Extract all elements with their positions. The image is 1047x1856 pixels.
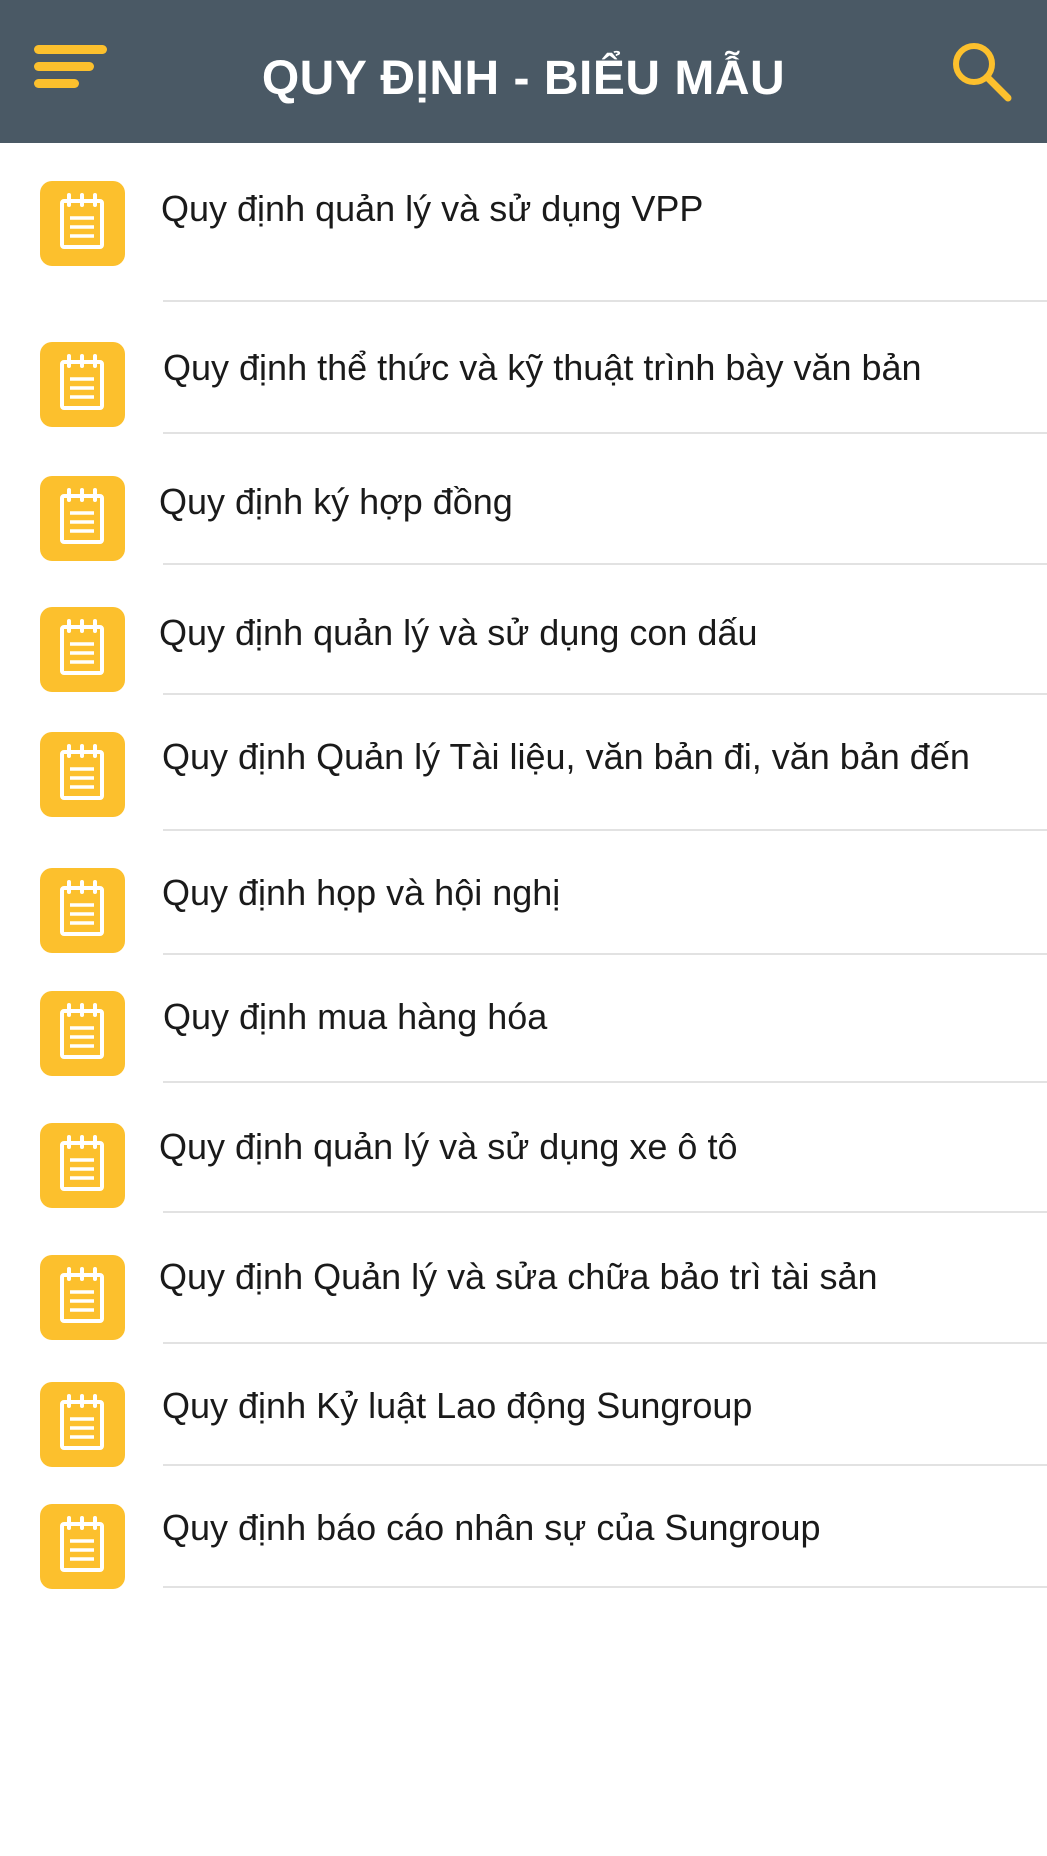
- document-icon: [40, 732, 125, 817]
- list-item[interactable]: Quy định quản lý và sử dụng xe ô tô: [0, 1083, 1047, 1213]
- regulations-list: Quy định quản lý và sử dụng VPP Quy định…: [0, 143, 1047, 1589]
- list-item[interactable]: Quy định mua hàng hóa: [0, 955, 1047, 1083]
- list-item-label: Quy định Quản lý và sửa chữa bảo trì tài…: [159, 1256, 878, 1297]
- search-button[interactable]: [950, 40, 1016, 106]
- list-item-label: Quy định ký hợp đồng: [159, 481, 513, 522]
- list-item[interactable]: Quy định ký hợp đồng: [0, 434, 1047, 565]
- search-icon: [953, 43, 1012, 102]
- document-icon: [40, 1382, 125, 1467]
- list-item[interactable]: Quy định quản lý và sử dụng VPP: [0, 143, 1047, 302]
- list-item[interactable]: Quy định họp và hội nghị: [0, 831, 1047, 955]
- divider: [163, 1586, 1047, 1588]
- document-icon: [40, 476, 125, 561]
- document-icon: [40, 342, 125, 427]
- document-icon: [40, 868, 125, 953]
- list-item[interactable]: Quy định Quản lý và sửa chữa bảo trì tài…: [0, 1213, 1047, 1344]
- list-item-label: Quy định quản lý và sử dụng xe ô tô: [159, 1126, 738, 1167]
- list-item-label: Quy định báo cáo nhân sự của Sungroup: [162, 1507, 821, 1548]
- list-item-label: Quy định họp và hội nghị: [162, 872, 561, 913]
- list-item-label: Quy định quản lý và sử dụng VPP: [161, 188, 704, 229]
- document-icon: [40, 1255, 125, 1340]
- document-icon: [40, 991, 125, 1076]
- list-item-label: Quy định mua hàng hóa: [163, 996, 548, 1037]
- document-icon: [40, 607, 125, 692]
- list-item[interactable]: Quy định Kỷ luật Lao động Sungroup: [0, 1344, 1047, 1467]
- document-icon: [40, 1504, 125, 1589]
- page-title: QUY ĐỊNH - BIỂU MẪU: [261, 52, 786, 105]
- list-item-label: Quy định thể thức và kỹ thuật trình bày …: [163, 347, 922, 388]
- list-item-label: Quy định quản lý và sử dụng con dấu: [159, 612, 758, 653]
- document-icon: [40, 181, 125, 266]
- list-item[interactable]: Quy định Quản lý Tài liệu, văn bản đi, v…: [0, 695, 1047, 831]
- hamburger-menu-icon: [34, 45, 107, 88]
- list-item-label: Quy định Kỷ luật Lao động Sungroup: [162, 1385, 753, 1426]
- app-header: QUY ĐỊNH - BIỂU MẪU: [0, 0, 1047, 143]
- list-item-label: Quy định Quản lý Tài liệu, văn bản đi, v…: [162, 736, 970, 777]
- list-item[interactable]: Quy định quản lý và sử dụng con dấu: [0, 565, 1047, 695]
- list-item[interactable]: Quy định báo cáo nhân sự của Sungroup: [0, 1466, 1047, 1589]
- document-icon: [40, 1123, 125, 1208]
- menu-button[interactable]: [34, 45, 112, 97]
- list-item[interactable]: Quy định thể thức và kỹ thuật trình bày …: [0, 302, 1047, 434]
